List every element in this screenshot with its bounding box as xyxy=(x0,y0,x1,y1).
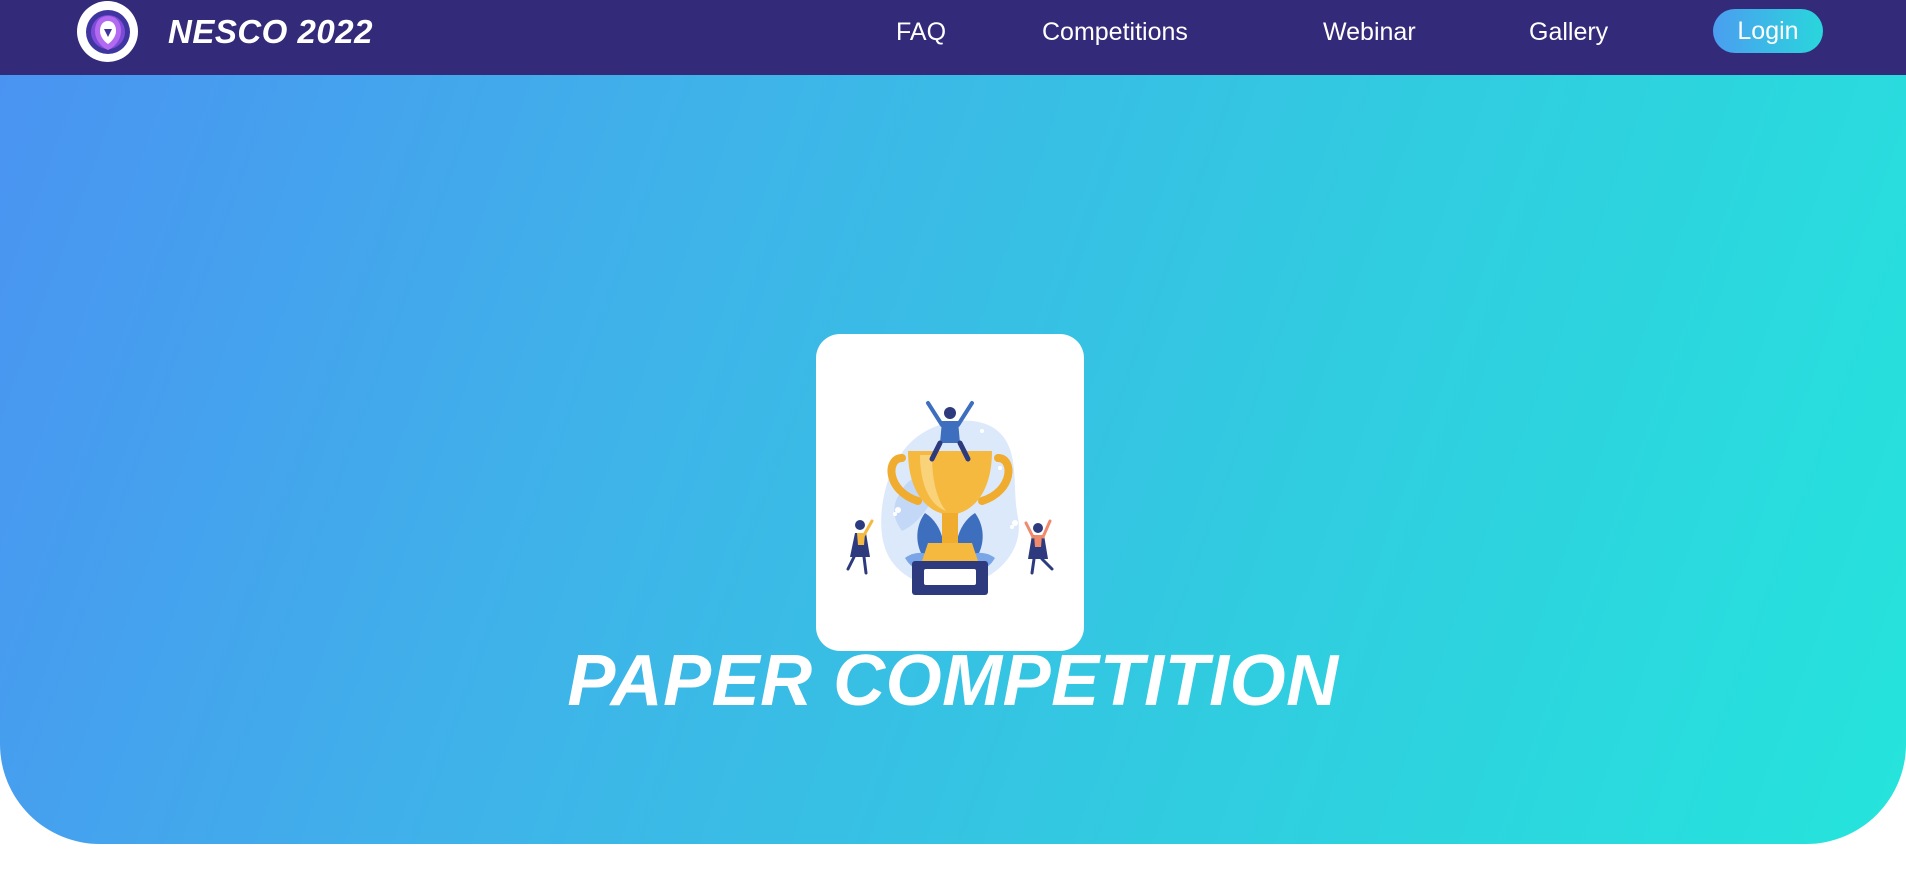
nav-link-competitions[interactable]: Competitions xyxy=(1042,18,1188,47)
nav-link-faq[interactable]: FAQ xyxy=(896,18,946,47)
nav-link-webinar[interactable]: Webinar xyxy=(1323,18,1416,47)
page-title: PAPER COMPETITION xyxy=(567,641,1339,721)
hero-banner: PAPER COMPETITION xyxy=(0,75,1906,844)
trophy-illustration xyxy=(846,400,1054,595)
nav-link-gallery[interactable]: Gallery xyxy=(1529,18,1608,47)
top-navbar: NESCO 2022 FAQ Competitions Webinar Gall… xyxy=(0,0,1906,75)
illustration-card xyxy=(816,334,1084,651)
brand-name[interactable]: NESCO 2022 xyxy=(168,13,373,51)
nesco-logo-icon[interactable] xyxy=(77,1,138,62)
login-button[interactable]: Login xyxy=(1713,9,1823,53)
